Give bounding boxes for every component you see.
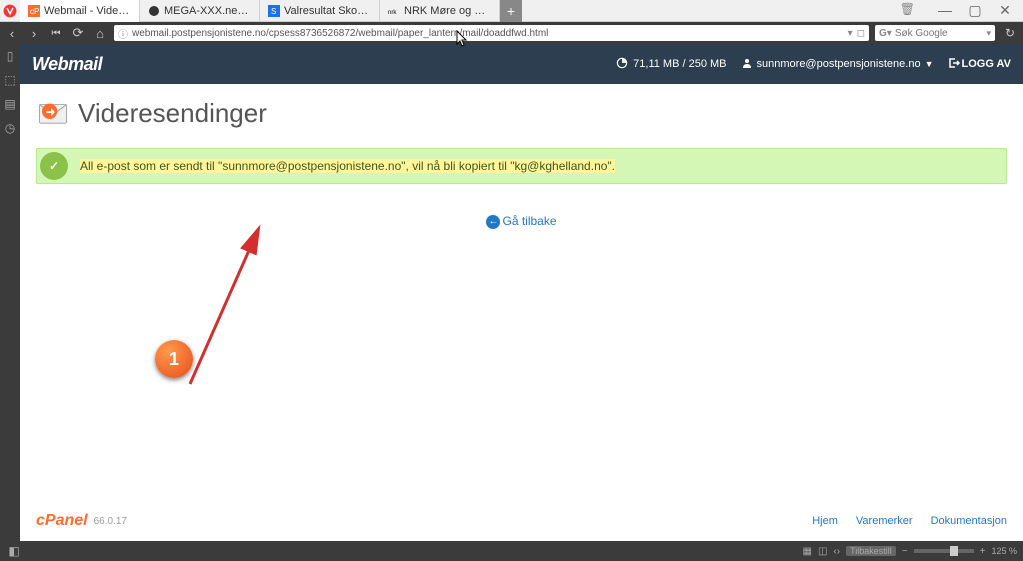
images-toggle-icon[interactable]: ▦ — [803, 546, 812, 557]
logout-label: LOGG AV — [962, 58, 1012, 70]
go-back-link[interactable]: ←Gå tilbake — [36, 214, 1007, 229]
panel-toggle-icon[interactable]: ◧ — [6, 543, 22, 559]
tab-valresultat[interactable]: S Valresultat Skodje kommu… — [260, 0, 380, 22]
go-back-label: Gå tilbake — [502, 214, 556, 228]
tab-webmail[interactable]: cP Webmail - Videresendinger — [20, 0, 140, 22]
tab-label: Webmail - Videresendinger — [44, 5, 131, 17]
history-panel-icon[interactable]: ◷ — [2, 120, 18, 136]
gauge-icon — [615, 56, 629, 73]
notes-panel-icon[interactable]: ▤ — [2, 96, 18, 112]
favicon-icon: S — [268, 5, 280, 17]
bookmarks-panel-icon[interactable]: ▯ — [2, 48, 18, 64]
check-icon: ✓ — [40, 152, 68, 180]
user-email: sunnmore@postpensjonistene.no — [757, 58, 921, 70]
new-tab-button[interactable]: + — [500, 0, 522, 22]
cpanel-version: 66.0.17 — [94, 516, 127, 527]
svg-text:S: S — [271, 7, 276, 16]
caret-down-icon: ▼ — [925, 59, 934, 69]
tab-label: Valresultat Skodje kommu… — [284, 5, 371, 17]
reload-button[interactable]: ⟳ — [70, 25, 86, 41]
annotation-badge: 1 — [155, 340, 193, 378]
disk-usage-text: 71,11 MB / 250 MB — [633, 58, 726, 70]
home-button[interactable]: ⌂ — [92, 26, 108, 41]
close-button[interactable]: ✕ — [995, 2, 1015, 19]
zoom-in-button[interactable]: + — [980, 546, 986, 557]
maximize-button[interactable]: ▢ — [965, 2, 985, 19]
webmail-logo[interactable]: Webmail — [32, 54, 102, 75]
logout-icon — [948, 57, 960, 72]
minimize-button[interactable]: — — [935, 2, 955, 19]
cpanel-logo[interactable]: cPanel — [36, 512, 88, 530]
tab-label: MEGA-XXX.net - Порно ви… — [164, 5, 251, 17]
bookmark-icon[interactable]: ◻ — [857, 28, 865, 39]
logout-button[interactable]: LOGG AV — [948, 57, 1012, 72]
user-menu[interactable]: sunnmore@postpensjonistene.no ▼ — [741, 57, 934, 72]
search-engine-icon[interactable]: G▾ — [879, 28, 892, 39]
search-input[interactable] — [895, 28, 987, 39]
search-dropdown-icon[interactable]: ▾ — [986, 28, 991, 39]
tab-nrk[interactable]: nrk NRK Møre og Romsdal – Lo… — [380, 0, 500, 22]
downloads-panel-icon[interactable]: ⬚ — [2, 72, 18, 88]
svg-text:cP: cP — [30, 7, 39, 16]
devtools-icon[interactable]: ‹› — [833, 546, 840, 557]
favicon-icon — [148, 5, 160, 17]
url-input[interactable] — [132, 28, 844, 39]
trash-icon[interactable]: 🗑 — [900, 2, 915, 19]
footer-link-home[interactable]: Hjem — [812, 515, 838, 527]
tab-mega[interactable]: MEGA-XXX.net - Порно ви… — [140, 0, 260, 22]
footer-link-trademarks[interactable]: Varemerker — [856, 515, 913, 527]
zoom-percentage: 125 % — [991, 546, 1017, 556]
page-title: Videresendinger — [78, 98, 267, 129]
alert-text: All e-post som er sendt til "sunnmore@po… — [76, 153, 619, 179]
browser-tabs: cP Webmail - Videresendinger MEGA-XXX.ne… — [20, 0, 892, 22]
zoom-reset-button[interactable]: Tilbakestill — [846, 546, 896, 556]
search-bar[interactable]: G▾ ▾ — [875, 25, 995, 41]
tab-label: NRK Møre og Romsdal – Lo… — [404, 5, 491, 17]
forwarding-icon — [36, 96, 70, 130]
tile-icon[interactable]: ◫ — [818, 546, 827, 557]
success-alert: ✓ All e-post som er sendt til "sunnmore@… — [36, 148, 1007, 184]
footer-link-docs[interactable]: Dokumentasjon — [931, 515, 1007, 527]
vivaldi-app-icon[interactable] — [0, 0, 20, 22]
disk-usage: 71,11 MB / 250 MB — [615, 56, 726, 73]
favicon-icon: nrk — [388, 5, 400, 17]
badge-number: 1 — [169, 349, 179, 370]
address-bar[interactable]: ⓘ ▾ ◻ — [114, 25, 869, 41]
rewind-button[interactable]: ⏮ — [48, 28, 64, 39]
zoom-slider[interactable] — [914, 549, 974, 553]
sync-icon[interactable]: ↻ — [1001, 26, 1019, 40]
site-info-icon[interactable]: ⓘ — [118, 26, 128, 41]
zoom-out-button[interactable]: − — [902, 546, 908, 557]
back-arrow-icon: ← — [486, 215, 500, 229]
forward-button[interactable]: › — [26, 26, 42, 41]
reader-icon[interactable]: ▾ — [848, 28, 853, 39]
user-icon — [741, 57, 753, 72]
svg-text:nrk: nrk — [388, 10, 397, 16]
favicon-icon: cP — [28, 5, 40, 17]
back-button[interactable]: ‹ — [4, 26, 20, 41]
